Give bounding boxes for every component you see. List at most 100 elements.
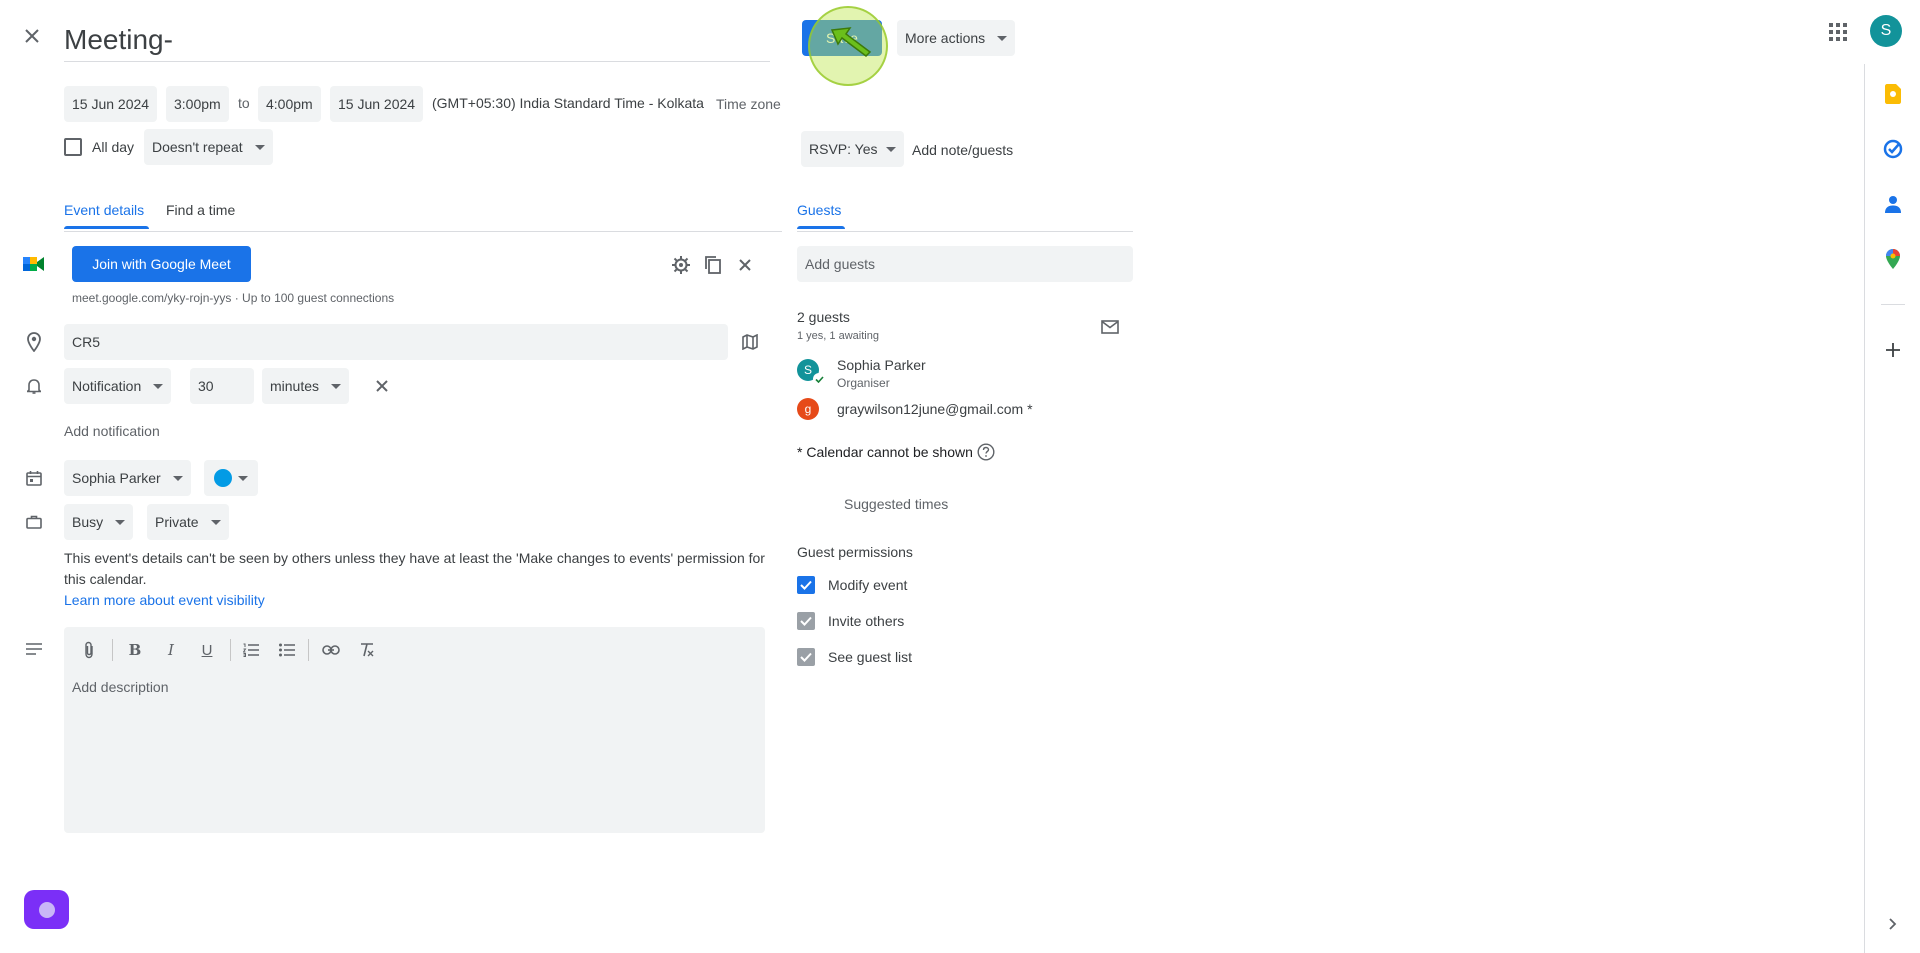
notification-amount-text: 30 <box>198 378 214 394</box>
timezone-text[interactable]: (GMT+05:30) India Standard Time - Kolkat… <box>432 95 704 111</box>
mail-icon <box>1101 320 1119 334</box>
keep-button[interactable] <box>1881 82 1905 106</box>
notification-unit-dropdown[interactable]: minutes <box>262 368 350 404</box>
guests-summary: 1 yes, 1 awaiting <box>797 330 879 342</box>
end-date-text: 15 Jun 2024 <box>338 96 416 112</box>
join-meet-button[interactable]: Join with Google Meet <box>72 246 251 282</box>
tab-guests[interactable]: Guests <box>797 202 841 218</box>
get-addons-button[interactable] <box>1881 338 1905 362</box>
end-time-chip[interactable]: 4:00pm <box>258 86 321 122</box>
end-date-chip[interactable]: 15 Jun 2024 <box>330 86 424 122</box>
tab-underline <box>64 226 149 229</box>
add-note-guests-link[interactable]: Add note/guests <box>912 142 1013 158</box>
repeat-dropdown[interactable]: Doesn't repeat <box>144 129 273 165</box>
location-pin-icon <box>22 330 46 354</box>
chevron-down-icon <box>115 519 126 525</box>
description-editor[interactable]: B I U Add description <box>64 627 765 833</box>
copy-meet-link-button[interactable] <box>702 254 724 276</box>
to-label: to <box>238 95 250 111</box>
guest-row[interactable]: S Sophia Parker Organiser <box>797 357 1127 393</box>
insert-link-button[interactable] <box>320 639 342 661</box>
gear-icon <box>672 256 690 274</box>
notification-type-text: Notification <box>72 378 142 394</box>
permission-modify-label: Modify event <box>828 577 908 593</box>
calendar-owner-dropdown[interactable]: Sophia Parker <box>64 460 191 496</box>
expand-panel-button[interactable] <box>1881 912 1905 936</box>
numbered-list-button[interactable] <box>240 639 262 661</box>
contacts-button[interactable] <box>1881 192 1905 216</box>
maps-button[interactable] <box>1881 247 1905 271</box>
formatting-toolbar: B I U <box>64 627 765 673</box>
meet-link-text[interactable]: meet.google.com/yky-rojn-yys · Up to 100… <box>72 291 394 305</box>
email-guests-button[interactable] <box>1098 315 1122 339</box>
notification-amount-input[interactable]: 30 <box>190 368 254 404</box>
visibility-note: This event's details can't be seen by ot… <box>64 550 765 587</box>
color-swatch <box>214 469 232 487</box>
rsvp-text: RSVP: Yes <box>809 141 878 157</box>
underline-button[interactable]: U <box>196 639 218 661</box>
map-button[interactable] <box>738 330 762 354</box>
apps-button[interactable] <box>1826 20 1850 44</box>
permission-see-list-checkbox[interactable] <box>797 648 815 666</box>
start-date-chip[interactable]: 15 Jun 2024 <box>64 86 158 122</box>
bold-icon: B <box>128 641 142 659</box>
suggested-times-button[interactable]: Suggested times <box>844 496 948 512</box>
notification-type-dropdown[interactable]: Notification <box>64 368 172 404</box>
contacts-icon <box>1885 196 1901 213</box>
start-time-text: 3:00pm <box>174 96 221 112</box>
timezone-link[interactable]: Time zone <box>716 96 781 112</box>
close-button[interactable] <box>20 24 44 48</box>
more-actions-button[interactable]: More actions <box>897 20 1016 56</box>
guests-tab-underline <box>797 226 845 229</box>
permission-modify-checkbox[interactable] <box>797 576 815 594</box>
start-time-chip[interactable]: 3:00pm <box>166 86 229 122</box>
rsvp-dropdown[interactable]: RSVP: Yes <box>801 131 904 167</box>
chevron-down-icon <box>997 35 1008 41</box>
bullet-list-button[interactable] <box>276 639 298 661</box>
account-avatar[interactable]: S <box>1870 15 1902 47</box>
event-color-dropdown[interactable] <box>204 460 258 496</box>
help-button[interactable] <box>976 442 996 462</box>
close-icon <box>25 29 39 43</box>
guest-row[interactable]: g graywilson12june@gmail.com * <box>797 398 1127 424</box>
plus-icon <box>1886 343 1900 357</box>
visibility-learn-more-link[interactable]: Learn more about event visibility <box>64 592 265 608</box>
attach-button[interactable] <box>78 639 100 661</box>
bold-button[interactable]: B <box>124 639 146 661</box>
toolbar-divider <box>112 639 113 661</box>
availability-dropdown[interactable]: Busy <box>64 504 134 540</box>
check-icon <box>800 616 812 626</box>
add-notification-link[interactable]: Add notification <box>64 423 160 439</box>
chevron-down-icon <box>172 475 183 481</box>
remove-formatting-button[interactable] <box>356 639 378 661</box>
remove-notification-button[interactable] <box>370 374 394 398</box>
location-input[interactable]: CR5 <box>64 324 728 360</box>
title-input[interactable]: Meeting- <box>64 18 770 62</box>
toolbar-divider <box>308 639 309 661</box>
title-text: Meeting- <box>64 24 173 55</box>
tab-find-a-time[interactable]: Find a time <box>166 202 235 218</box>
assistant-fab[interactable] <box>24 890 69 929</box>
meet-settings-button[interactable] <box>670 254 692 276</box>
permission-invite-checkbox[interactable] <box>797 612 815 630</box>
visibility-dropdown[interactable]: Private <box>147 504 229 540</box>
chevron-down-icon <box>210 519 221 525</box>
chevron-down-icon <box>885 146 896 152</box>
tasks-button[interactable] <box>1881 137 1905 161</box>
help-icon <box>977 443 995 461</box>
repeat-text: Doesn't repeat <box>152 139 243 155</box>
chevron-down-icon <box>153 383 164 389</box>
chevron-down-icon <box>331 383 342 389</box>
italic-button[interactable]: I <box>160 639 182 661</box>
remove-meet-button[interactable] <box>734 254 756 276</box>
add-guests-input[interactable]: Add guests <box>797 246 1133 282</box>
all-day-checkbox[interactable] <box>64 138 82 156</box>
guest-role: Organiser <box>837 376 890 390</box>
link-icon <box>322 645 340 655</box>
accepted-check-icon <box>813 373 825 385</box>
keep-icon <box>1885 84 1901 104</box>
toolbar-divider <box>230 639 231 661</box>
tab-event-details[interactable]: Event details <box>64 202 144 218</box>
start-date-text: 15 Jun 2024 <box>72 96 150 112</box>
permission-invite-label: Invite others <box>828 613 905 629</box>
